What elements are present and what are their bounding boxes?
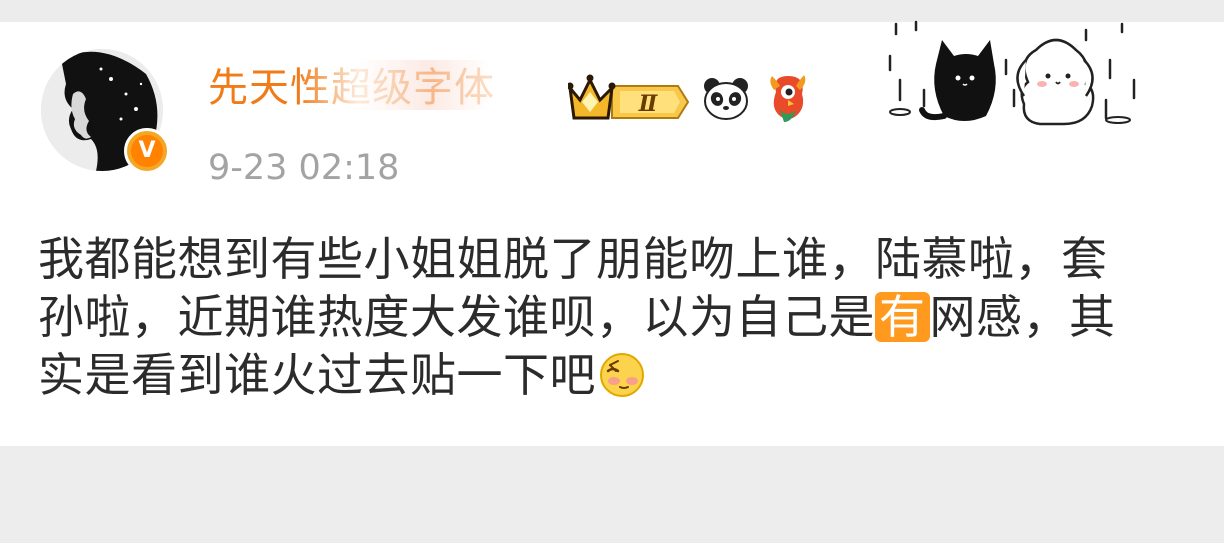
post-line-3: 实是看到谁火过去贴一下吧 <box>38 346 1198 404</box>
verified-badge-icon: V <box>124 128 170 174</box>
crown-level-badge-icon[interactable]: Ⅱ <box>568 72 690 122</box>
phoenix-icon[interactable] <box>766 72 810 124</box>
top-bar <box>0 0 1224 22</box>
post-line-2-text-end: 网感，其 <box>929 290 1116 344</box>
cats-sticker-icon <box>888 20 1136 126</box>
highlight-keyword-link[interactable]: 有 <box>875 292 930 342</box>
username-redaction <box>298 60 538 110</box>
post-line-1: 我都能想到有些小姐姐脱了朋能吻上谁，陆慕啦，套 <box>38 232 1108 286</box>
post-timestamp: 9-23 02:18 <box>208 148 400 188</box>
panda-icon[interactable] <box>702 74 750 122</box>
post-line-3-text: 实是看到谁火过去贴一下吧 <box>38 348 596 402</box>
bottom-area <box>0 446 1224 543</box>
sleepy-emoji-icon <box>600 353 644 397</box>
post-line-2-text: 孙啦，近期谁热度大发谁呗，以为自己是 <box>38 290 875 344</box>
post-content[interactable]: 我都能想到有些小姐姐脱了朋能吻上谁，陆慕啦，套 孙啦，近期谁热度大发谁呗，以为自… <box>38 230 1198 404</box>
post-line-2: 孙啦，近期谁热度大发谁呗，以为自己是有网感，其 <box>38 288 1198 346</box>
level-badge-text: Ⅱ <box>638 91 659 117</box>
